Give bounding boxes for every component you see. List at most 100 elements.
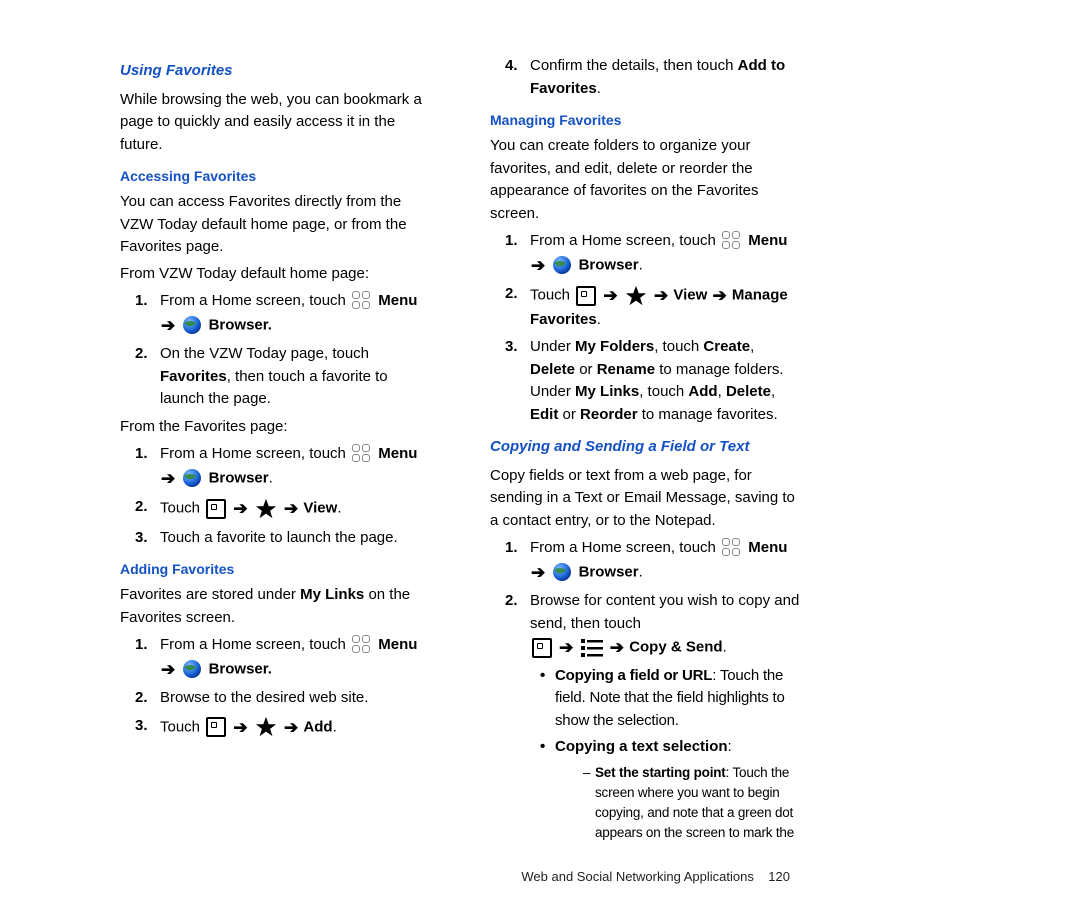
step: 4. Confirm the details, then touch Add t…: [490, 55, 800, 100]
arrow-icon: ➔: [232, 499, 248, 518]
text: Favorites are stored under: [120, 586, 300, 603]
add-label: Add: [303, 718, 332, 735]
left-column: Using Favorites While browsing the web, …: [120, 50, 430, 849]
right-column: 4. Confirm the details, then touch Add t…: [490, 50, 800, 849]
arrow-icon: ➔: [232, 718, 248, 737]
step: 2. Browse for content you wish to copy a…: [490, 590, 800, 844]
text: , touch: [654, 338, 703, 355]
step-number: 2.: [135, 343, 148, 366]
step-number: 2.: [135, 687, 148, 710]
arrow-icon: ➔: [160, 660, 176, 679]
my-links-bold: My Links: [300, 586, 364, 603]
step-number: 3.: [135, 527, 148, 550]
apps-grid-icon: [352, 291, 372, 311]
step-number: 4.: [505, 55, 518, 78]
vzw-steps: 1. From a Home screen, touch Menu ➔ Brow…: [120, 290, 430, 411]
copy-bullets: Copying a field or URL: Touch the field.…: [530, 665, 800, 844]
my-folders-bold: My Folders: [575, 338, 654, 355]
step: 3. Under My Folders, touch Create, Delet…: [490, 336, 800, 426]
star-icon: [255, 716, 277, 738]
browser-label: Browser.: [209, 316, 272, 333]
from-vzw-label: From VZW Today default home page:: [120, 263, 430, 286]
arrow-icon: ➔: [711, 286, 727, 305]
menu-label: Menu: [378, 445, 417, 462]
step: 1. From a Home screen, touch Menu ➔ Brow…: [490, 230, 800, 278]
step: 3. Touch a favorite to launch the page.: [120, 527, 430, 550]
heading-copying-sending: Copying and Sending a Field or Text: [490, 436, 800, 459]
menu-label: Menu: [378, 292, 417, 309]
step-number: 2.: [135, 496, 148, 519]
arrow-icon: ➔: [558, 638, 574, 657]
options-square-icon: [206, 499, 226, 519]
arrow-icon: ➔: [653, 286, 669, 305]
arrow-icon: ➔: [283, 499, 299, 518]
step: 3. Touch ➔ ➔ Add.: [120, 715, 430, 741]
globe-icon: [182, 659, 202, 679]
text: or: [575, 361, 597, 378]
copy-send-label: Copy & Send: [629, 639, 722, 656]
browser-label: Browser.: [209, 660, 272, 677]
step-text: From a Home screen, touch: [530, 539, 720, 556]
page-footer: Web and Social Networking Applications 1…: [120, 869, 800, 884]
create-bold: Create: [703, 338, 750, 355]
step-number: 2.: [505, 590, 518, 613]
step: 1. From a Home screen, touch Menu ➔ Brow…: [490, 537, 800, 585]
delete-bold: Delete: [726, 383, 771, 400]
view-label: View: [673, 287, 711, 304]
arrow-icon: ➔: [602, 286, 618, 305]
step-text: From a Home screen, touch: [160, 292, 350, 309]
edit-bold: Edit: [530, 406, 558, 423]
managing-steps: 1. From a Home screen, touch Menu ➔ Brow…: [490, 230, 800, 426]
step: 2. Touch ➔ ➔ View ➔ Manage Favorites.: [490, 283, 800, 331]
copying-paragraph: Copy fields or text from a web page, for…: [490, 465, 800, 533]
step-text: Touch: [530, 287, 574, 304]
view-label: View: [303, 500, 337, 517]
menu-label: Menu: [748, 232, 787, 249]
text: to manage favorites.: [638, 406, 778, 423]
adding-paragraph: Favorites are stored under My Links on t…: [120, 584, 430, 629]
arrow-icon: ➔: [530, 563, 546, 582]
step-text: From a Home screen, touch: [530, 232, 720, 249]
adding-steps: 1. From a Home screen, touch Menu ➔ Brow…: [120, 634, 430, 740]
favorites-bold: Favorites: [160, 368, 227, 385]
text: ,: [718, 383, 726, 400]
star-icon: [255, 498, 277, 520]
step-text: Touch: [160, 718, 204, 735]
intro-paragraph: While browsing the web, you can bookmark…: [120, 89, 430, 157]
star-icon: [625, 285, 647, 307]
managing-paragraph: You can create folders to organize your …: [490, 135, 800, 225]
favorites-steps: 1. From a Home screen, touch Menu ➔ Brow…: [120, 443, 430, 549]
apps-grid-icon: [352, 444, 372, 464]
apps-grid-icon: [722, 538, 742, 558]
my-links-bold: My Links: [575, 383, 639, 400]
text: or: [558, 406, 580, 423]
globe-icon: [182, 468, 202, 488]
bullet-item: Copying a field or URL: Touch the field.…: [530, 665, 800, 733]
two-column-layout: Using Favorites While browsing the web, …: [120, 50, 800, 849]
step-number: 1.: [135, 443, 148, 466]
step: 1. From a Home screen, touch Menu ➔ Brow…: [120, 290, 430, 338]
step-text: Confirm the details, then touch: [530, 57, 738, 74]
dash-list: Set the starting point: Touch the screen…: [555, 763, 800, 844]
step-text: From a Home screen, touch: [160, 445, 350, 462]
from-favorites-label: From the Favorites page:: [120, 416, 430, 439]
heading-using-favorites: Using Favorites: [120, 60, 430, 83]
step-number: 1.: [505, 230, 518, 253]
step: 1. From a Home screen, touch Menu ➔ Brow…: [120, 443, 430, 491]
delete-bold: Delete: [530, 361, 575, 378]
text: , touch: [639, 383, 688, 400]
apps-grid-icon: [352, 635, 372, 655]
manual-page: Using Favorites While browsing the web, …: [0, 0, 880, 924]
arrow-icon: ➔: [160, 316, 176, 335]
rename-bold: Rename: [597, 361, 655, 378]
copying-text-selection-bold: Copying a text selection: [555, 738, 728, 755]
step-number: 3.: [505, 336, 518, 359]
globe-icon: [552, 255, 572, 275]
list-icon: [581, 639, 603, 657]
globe-icon: [552, 562, 572, 582]
step-text: On the VZW Today page, touch: [160, 345, 369, 362]
step-number: 1.: [505, 537, 518, 560]
step-text: Browse for content you wish to copy and …: [530, 592, 799, 632]
browser-label: Browser: [209, 469, 269, 486]
apps-grid-icon: [722, 231, 742, 251]
